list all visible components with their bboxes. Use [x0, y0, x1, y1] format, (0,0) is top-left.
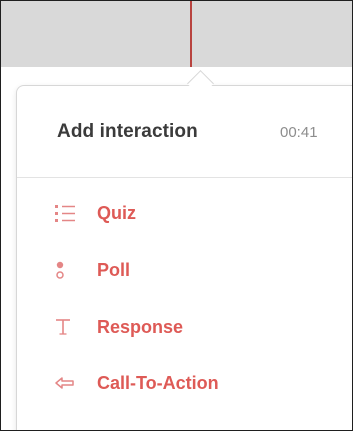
- text-icon: [55, 315, 75, 339]
- poll-icon: [55, 258, 75, 282]
- add-interaction-popover: Add interaction 00:41 Quiz Poll Response…: [16, 70, 352, 430]
- popover-title: Add interaction: [57, 121, 198, 142]
- list-icon: [55, 201, 75, 225]
- timeline-bar[interactable]: [1, 1, 352, 67]
- arrow-left-icon: [55, 371, 75, 395]
- popover-header: Add interaction 00:41: [17, 86, 352, 178]
- menu-item-response[interactable]: Response: [17, 307, 352, 347]
- menu-item-quiz[interactable]: Quiz: [17, 193, 352, 233]
- menu-item-poll[interactable]: Poll: [17, 250, 352, 290]
- menu-item-label: Call-To-Action: [97, 373, 219, 393]
- menu-item-label: Poll: [97, 260, 131, 280]
- menu-item-label: Response: [97, 317, 184, 337]
- menu-item-call-to-action[interactable]: Call-To-Action: [17, 363, 352, 403]
- menu-item-label: Quiz: [97, 203, 136, 223]
- interaction-timestamp: 00:41: [280, 124, 318, 141]
- timeline-playhead[interactable]: [190, 1, 192, 67]
- screenshot-frame: Add interaction 00:41 Quiz Poll Response…: [0, 0, 353, 431]
